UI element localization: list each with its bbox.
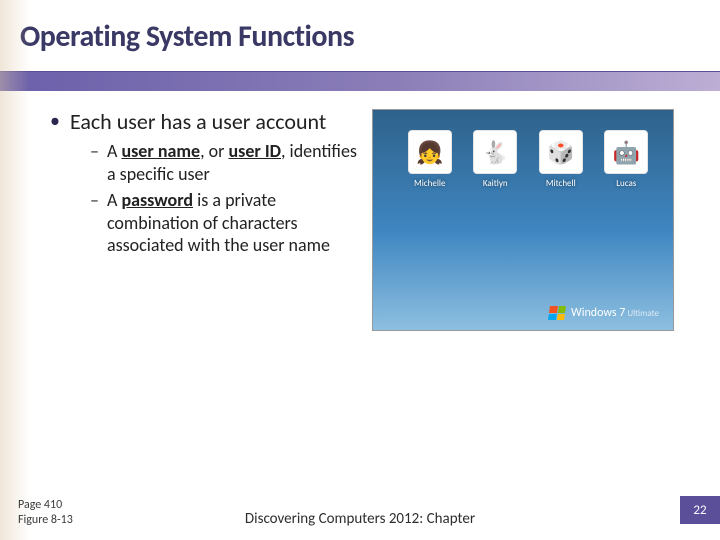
user-tile: 🤖 Lucas (596, 130, 656, 189)
sub1-mid: , or (200, 140, 228, 162)
login-screenshot: 👧 Michelle 🐇 Kaitlyn 🎲 Mitchell 🤖 Lucas (372, 109, 674, 331)
sub-bullet-list: – A user name, or user ID, identifies a … (90, 140, 360, 257)
dash-icon: – (90, 189, 99, 257)
windows-flag-icon (548, 306, 566, 320)
sub1-term1: user name (121, 140, 200, 162)
sub2-prefix: A (107, 189, 121, 211)
dash-icon: – (90, 140, 99, 185)
slide-number-badge: 22 (680, 496, 720, 524)
figure-ref: Figure 8-13 (18, 513, 73, 528)
windows-edition: Ultimate (627, 308, 659, 319)
user-tile: 🎲 Mitchell (531, 130, 591, 189)
avatar-icon: 🤖 (604, 130, 648, 174)
slide: Operating System Functions • Each user h… (0, 0, 720, 540)
user-name-label: Kaitlyn (483, 178, 508, 189)
user-tile: 🐇 Kaitlyn (465, 130, 525, 189)
windows-product: Windows 7 (571, 306, 625, 320)
avatar-icon: 👧 (408, 130, 452, 174)
user-name-label: Michelle (414, 178, 445, 189)
windows-brand: Windows 7Ultimate (549, 306, 659, 320)
avatar-icon: 🐇 (473, 130, 517, 174)
sub-bullet-2: – A password is a private combination of… (90, 189, 360, 257)
title-area: Operating System Functions (0, 0, 720, 61)
user-tile: 👧 Michelle (400, 130, 460, 189)
bullet-main: • Each user has a user account (50, 109, 360, 134)
page-ref: Page 410 (18, 498, 73, 513)
footer-center: Discovering Computers 2012: Chapter (245, 510, 475, 528)
slide-title: Operating System Functions (20, 18, 700, 55)
sub2-term1: password (121, 189, 193, 211)
bullet-dot-icon: • (50, 109, 60, 134)
user-name-label: Lucas (616, 178, 636, 189)
user-row: 👧 Michelle 🐇 Kaitlyn 🎲 Mitchell 🤖 Lucas (373, 110, 673, 189)
footer-left: Page 410 Figure 8-13 (18, 498, 73, 528)
content-row: • Each user has a user account – A user … (0, 91, 720, 331)
windows-brand-text: Windows 7Ultimate (571, 306, 659, 320)
sub-bullet-1: – A user name, or user ID, identifies a … (90, 140, 360, 185)
sub1-term2: user ID (228, 140, 281, 162)
sub-bullet-1-text: A user name, or user ID, identifies a sp… (107, 140, 360, 185)
text-column: • Each user has a user account – A user … (50, 109, 360, 331)
bullet-main-text: Each user has a user account (70, 109, 326, 134)
user-name-label: Mitchell (546, 178, 576, 189)
sub1-prefix: A (107, 140, 121, 162)
sub-bullet-2-text: A password is a private combination of c… (107, 189, 360, 257)
avatar-icon: 🎲 (539, 130, 583, 174)
title-underline (0, 71, 720, 91)
